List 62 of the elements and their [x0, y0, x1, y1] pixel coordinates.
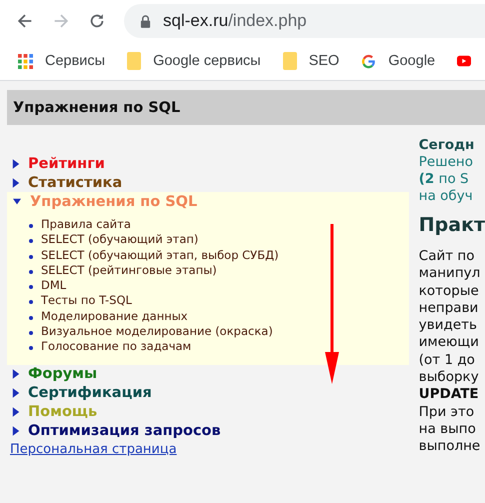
article-text: неправи [418, 300, 480, 318]
video-play-icon[interactable] [457, 55, 472, 67]
bullet-icon [29, 270, 33, 274]
article-text: которые [418, 282, 480, 300]
bullet-icon [29, 224, 33, 228]
menu-link[interactable]: Оптимизация запросов [28, 423, 221, 440]
bookmark-label[interactable]: Сервисы [45, 53, 106, 69]
submenu-link[interactable]: SELECT (обучающий этап) [41, 232, 198, 248]
personal-page-link[interactable]: Персональная страница [7, 442, 409, 457]
bookmark-label[interactable]: Google [388, 53, 436, 69]
article-text: выполне [418, 438, 482, 456]
submenu-link[interactable]: DML [41, 278, 66, 294]
article-text: имеющи [418, 334, 480, 352]
caret-right-icon[interactable] [12, 158, 20, 170]
submenu-link[interactable]: Голосование по задачам [41, 339, 192, 355]
bullet-icon [29, 300, 33, 304]
caret-right-icon[interactable] [12, 176, 20, 188]
address-bar[interactable]: sql-ex.ru/index.php [124, 4, 485, 38]
google-g-icon[interactable] [361, 54, 376, 68]
article-text: манипул [418, 265, 482, 283]
lock-icon [140, 14, 151, 28]
submenu-link[interactable]: Правила сайта [41, 217, 131, 232]
caret-right-icon[interactable] [12, 425, 20, 438]
apps-grid-icon[interactable] [18, 54, 33, 68]
menu-link[interactable]: Рейтинги [28, 156, 105, 172]
menu-link[interactable]: Форумы [28, 366, 98, 382]
article-text: UPDATE [418, 386, 480, 404]
bullet-icon [29, 254, 33, 259]
page-title: Упражнения по SQL [13, 100, 180, 116]
url-host: sql-ex.ru [163, 11, 228, 31]
news-text: (2 по S [418, 171, 470, 188]
bullet-icon [29, 331, 33, 336]
bullet-icon [29, 285, 33, 290]
submenu-link[interactable]: Визуальное моделирование (окраска) [41, 324, 273, 340]
caret-right-icon[interactable] [12, 368, 20, 380]
article-heading: Практ [418, 217, 485, 234]
article-text: на выпо [418, 420, 477, 438]
news-text: Решено [418, 154, 474, 171]
bullet-icon [29, 346, 33, 350]
bullet-icon [29, 239, 33, 244]
news-text: на обуч [418, 188, 474, 205]
back-icon[interactable] [16, 12, 34, 30]
article-text: Сайт по [418, 248, 476, 266]
bullet-icon [29, 316, 33, 320]
article-text: При это [418, 404, 476, 421]
news-title: Сегодн [418, 137, 476, 154]
caret-down-icon[interactable] [12, 198, 22, 206]
bookmark-label[interactable]: Google сервисы [153, 53, 261, 69]
caret-right-icon[interactable] [12, 387, 20, 400]
submenu-link[interactable]: SELECT (рейтинговые этапы) [41, 262, 217, 278]
submenu-link[interactable]: Тесты по T-SQL [41, 293, 132, 309]
reload-icon[interactable] [88, 12, 106, 30]
article-text: (от 1 до [418, 352, 476, 370]
bookmark-label[interactable]: SEO [308, 53, 340, 69]
article-text: увидеть [418, 317, 478, 334]
submenu-link[interactable]: SELECT (обучающий этап, выбор СУБД) [41, 248, 279, 263]
menu-link[interactable]: Статистика [28, 174, 122, 190]
submenu-link[interactable]: Моделирование данных [41, 308, 188, 324]
caret-right-icon[interactable] [12, 406, 20, 418]
url-path: /index.php [228, 11, 307, 31]
article-text: выборку [418, 369, 480, 386]
menu-link[interactable]: Сертификация [28, 385, 152, 402]
